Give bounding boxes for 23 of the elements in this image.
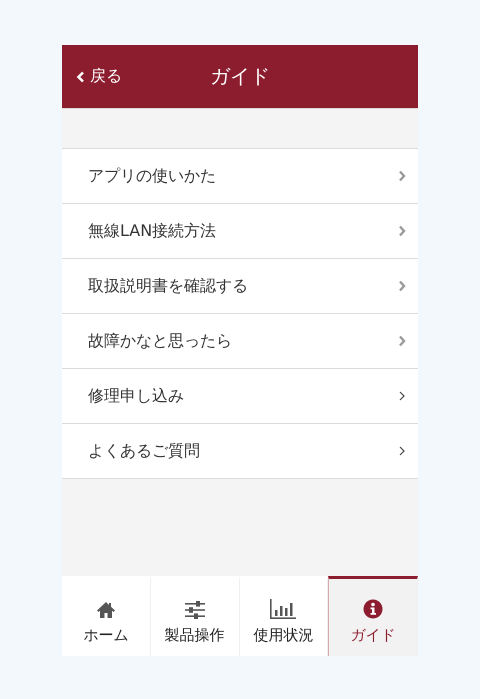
page-title: ガイド xyxy=(210,63,270,90)
info-icon xyxy=(363,598,384,618)
sliders-icon xyxy=(184,600,206,618)
chevron-right-icon xyxy=(398,170,406,182)
menu-item[interactable]: 故障かなと思ったら xyxy=(62,314,418,369)
menu-item[interactable]: よくあるご質問 xyxy=(62,424,418,479)
tab[interactable]: ホーム xyxy=(62,576,151,656)
tab[interactable]: 製品操作 xyxy=(150,576,240,656)
chevron-right-icon xyxy=(398,335,406,347)
menu-item[interactable]: アプリの使いかた xyxy=(62,149,418,204)
bar-chart-icon xyxy=(270,598,296,618)
chevron-right-icon xyxy=(398,390,406,402)
chevron-right-icon xyxy=(398,225,406,237)
tab[interactable]: ガイド xyxy=(328,576,418,656)
home-icon xyxy=(96,600,116,618)
back-button[interactable]: 戻る xyxy=(72,64,126,89)
chevron-right-icon xyxy=(398,280,406,292)
chevron-left-icon xyxy=(76,70,85,82)
chevron-right-icon xyxy=(398,445,406,457)
tab[interactable]: 使用状況 xyxy=(240,576,328,656)
menu-item[interactable]: 修理申し込み xyxy=(62,369,418,424)
menu-item[interactable]: 無線LAN接続方法 xyxy=(62,204,418,259)
menu-item[interactable]: 取扱説明書を確認する xyxy=(62,259,418,314)
